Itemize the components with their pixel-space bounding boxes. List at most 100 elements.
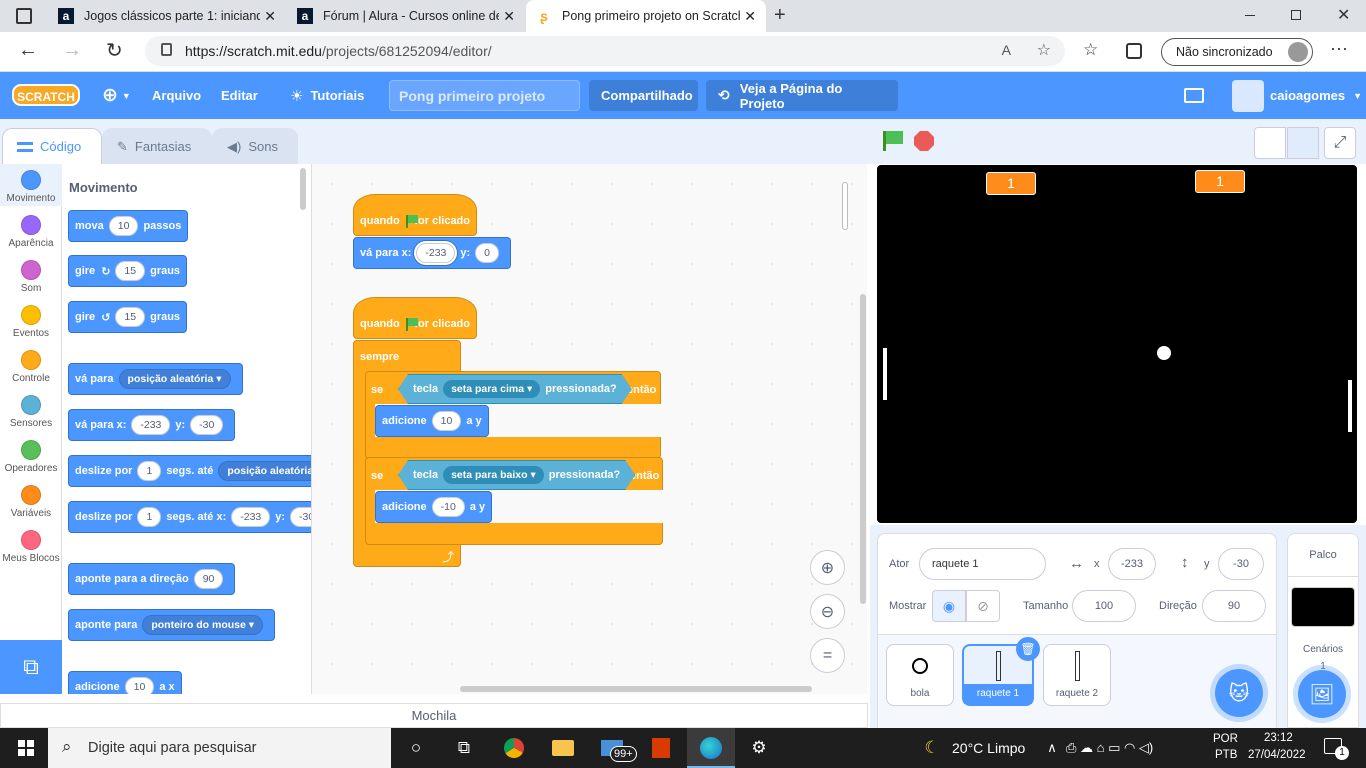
block-goto[interactable]: vá para posição aleatória ▾: [68, 363, 243, 395]
sprite-thumb-bola[interactable]: bola: [886, 644, 954, 706]
task-view-icon[interactable]: ⧉: [452, 736, 476, 760]
key-pressed-block[interactable]: tecla seta para baixo ▾ pressionada?: [398, 460, 635, 490]
y-input[interactable]: -30: [1218, 548, 1264, 580]
collections-icon[interactable]: [1126, 43, 1142, 59]
settings-icon[interactable]: ⚙: [747, 736, 771, 760]
block-input[interactable]: 1: [137, 461, 162, 481]
browser-tab-1[interactable]: a Jogos clássicos parte 1: iniciando ✕: [48, 0, 286, 32]
my-stuff-folder-icon[interactable]: [1184, 88, 1204, 103]
chrome-icon[interactable]: [502, 736, 526, 760]
show-hidden-button[interactable]: ⊘: [966, 590, 1000, 622]
block-dropdown[interactable]: seta para baixo ▾: [443, 466, 544, 484]
edge-icon[interactable]: [699, 736, 723, 760]
read-aloud-icon[interactable]: A: [1002, 42, 1011, 58]
block-input[interactable]: -233: [416, 243, 456, 263]
taskbar-search[interactable]: ⌕ Digite aqui para pesquisar: [48, 728, 391, 768]
clock-time[interactable]: 23:12: [1264, 732, 1293, 744]
zoom-in-button[interactable]: ⊕: [810, 550, 845, 585]
block-input[interactable]: 15: [115, 261, 146, 281]
x-input[interactable]: -233: [1108, 548, 1156, 580]
sync-status-button[interactable]: Não sincronizado: [1161, 38, 1313, 66]
block-move[interactable]: mova 10 passos: [68, 210, 189, 242]
browser-tab-3[interactable]: ʂ Pong primeiro projeto on Scratch ✕: [526, 0, 766, 32]
change-y-block[interactable]: adicione 10 a y: [375, 405, 489, 437]
menu-edit[interactable]: Editar: [221, 72, 258, 119]
favorites-icon[interactable]: ☆: [1083, 40, 1098, 60]
add-backdrop-button[interactable]: 🖼: [1298, 670, 1346, 718]
chevron-up-icon[interactable]: ∧: [1040, 736, 1064, 760]
add-sprite-button[interactable]: 🐱: [1215, 669, 1263, 717]
block-change-x[interactable]: adicione 10 a x: [68, 671, 182, 694]
small-stage-button[interactable]: [1254, 127, 1286, 159]
block-point-towards[interactable]: aponte para ponteiro do mouse ▾: [68, 609, 276, 641]
office-icon[interactable]: [649, 736, 673, 760]
size-input[interactable]: 100: [1072, 590, 1136, 622]
show-visible-button[interactable]: ◉: [932, 590, 966, 622]
when-flag-clicked-block[interactable]: quando for clicado: [353, 297, 477, 339]
menu-file[interactable]: Arquivo: [152, 72, 201, 119]
close-tab-icon[interactable]: ✕: [740, 8, 756, 25]
add-extension-button[interactable]: ⧉: [0, 640, 62, 694]
tab-code[interactable]: Código: [2, 128, 102, 164]
back-icon[interactable]: ←: [18, 39, 38, 62]
category-motion[interactable]: Movimento: [0, 164, 62, 206]
category-looks[interactable]: Aparência: [0, 215, 62, 249]
vertical-scrollbar[interactable]: [860, 294, 866, 604]
block-dropdown[interactable]: posição aleatória ▾: [218, 461, 311, 481]
block-glide[interactable]: deslize por 1 segs. até posição aleatória ▾: [68, 455, 311, 487]
forward-icon[interactable]: →: [62, 39, 82, 62]
block-input[interactable]: 10: [108, 216, 139, 236]
close-tab-icon[interactable]: ✕: [260, 8, 276, 25]
clock-date[interactable]: 27/04/2022: [1248, 749, 1306, 761]
block-glide-xy[interactable]: deslize por 1 segs. até x: -233 y: -30: [68, 501, 311, 533]
category-sensing[interactable]: Sensores: [0, 395, 62, 429]
minimize-icon[interactable]: [1245, 15, 1255, 16]
block-input[interactable]: -30: [290, 507, 311, 527]
block-input[interactable]: -233: [231, 507, 271, 527]
when-flag-clicked-block[interactable]: quando for clicado: [353, 194, 477, 236]
browser-tab-2[interactable]: a Fórum | Alura - Cursos online de ✕: [287, 0, 525, 32]
direction-input[interactable]: 90: [1202, 590, 1266, 622]
block-input[interactable]: 10: [124, 677, 155, 694]
account-menu[interactable]: caioagomes ▼: [1270, 72, 1362, 119]
scratch-logo[interactable]: SCRATCH: [12, 84, 80, 106]
change-y-block[interactable]: adicione -10 a y: [375, 491, 493, 523]
url-field[interactable]: https://scratch.mit.edu/projects/6812520…: [145, 36, 1065, 66]
block-input[interactable]: 1: [137, 507, 162, 527]
backpack-bar[interactable]: Mochila: [0, 703, 868, 728]
category-events[interactable]: Eventos: [0, 305, 62, 339]
block-input[interactable]: -10: [431, 497, 465, 517]
palette-scrollbar[interactable]: [300, 168, 306, 210]
category-control[interactable]: Controle: [0, 350, 62, 384]
stop-button[interactable]: [914, 131, 934, 151]
block-turn-right[interactable]: gire ↻ 15 graus: [68, 255, 188, 287]
file-explorer-icon[interactable]: [551, 736, 575, 760]
language-1[interactable]: POR: [1213, 733, 1238, 745]
project-title-input[interactable]: Pong primeiro projeto: [389, 80, 580, 111]
delete-sprite-button[interactable]: 🗑: [1016, 637, 1040, 661]
language-2[interactable]: PTB: [1215, 749, 1237, 761]
sprite-name-input[interactable]: raquete 1: [919, 548, 1046, 580]
new-tab-icon[interactable]: +: [774, 4, 786, 27]
game-stage[interactable]: 1 1: [877, 165, 1357, 523]
see-project-page-button[interactable]: ⟲ Veja a Página do Projeto: [706, 80, 898, 111]
user-avatar[interactable]: [1232, 80, 1264, 112]
block-input[interactable]: 15: [115, 307, 146, 327]
restore-icon[interactable]: [1291, 10, 1301, 20]
tab-sounds[interactable]: ◀) Sons: [212, 128, 298, 164]
tab-actions-icon[interactable]: [16, 8, 32, 24]
block-dropdown[interactable]: seta para cima ▾: [443, 380, 540, 398]
category-variables[interactable]: Variáveis: [0, 485, 62, 519]
horizontal-scrollbar[interactable]: [460, 686, 812, 692]
block-input[interactable]: 10: [431, 411, 462, 431]
shared-button[interactable]: Compartilhado: [589, 80, 698, 111]
block-input[interactable]: 90: [193, 569, 224, 589]
close-window-icon[interactable]: ✕: [1337, 5, 1350, 25]
block-input[interactable]: -30: [190, 415, 224, 435]
zoom-out-button[interactable]: ⊖: [810, 594, 845, 629]
block-input[interactable]: 0: [475, 243, 500, 263]
block-dropdown[interactable]: ponteiro do mouse ▾: [142, 615, 264, 635]
more-icon[interactable]: ···: [1330, 38, 1348, 59]
block-point-direction[interactable]: aponte para a direção 90: [68, 563, 236, 595]
normal-stage-button[interactable]: [1287, 127, 1319, 159]
